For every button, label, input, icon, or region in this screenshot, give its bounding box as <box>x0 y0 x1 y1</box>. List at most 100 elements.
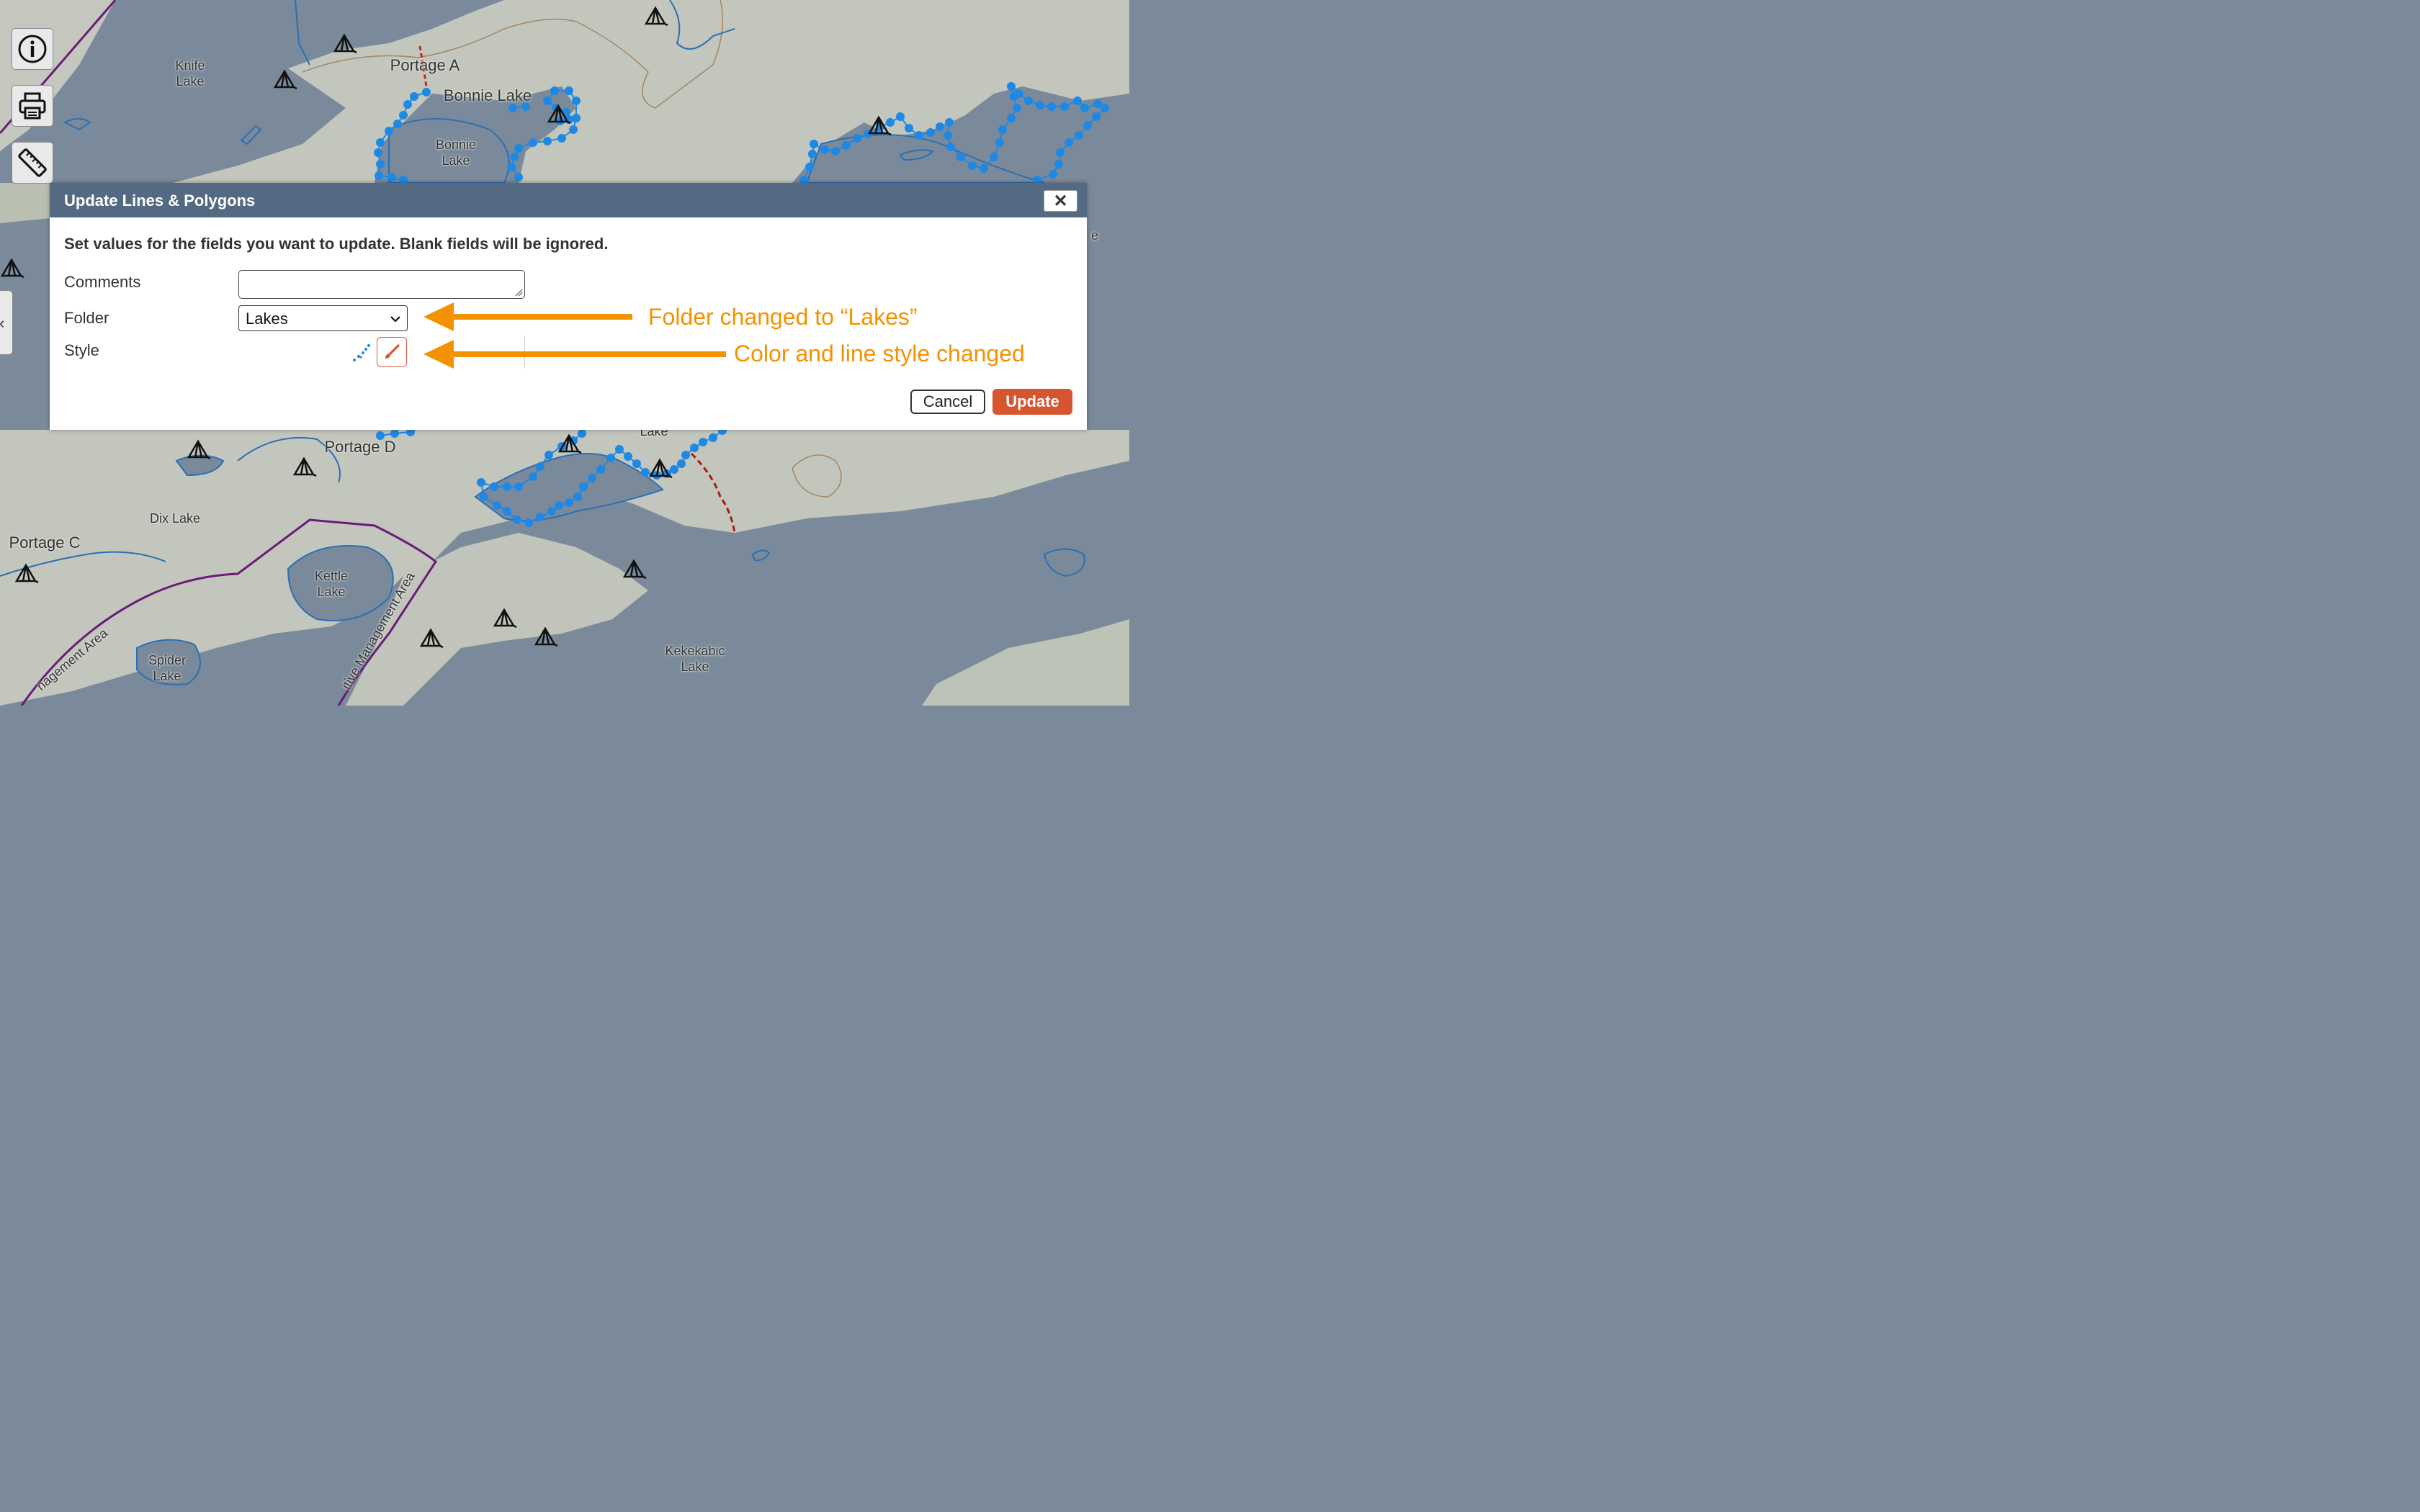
map-label-bonnie-lake: Bonnie Lake <box>435 138 477 168</box>
map-label-kettle-lake: Kettle Lake <box>314 569 349 599</box>
route-point <box>632 459 641 468</box>
style-editor-button[interactable] <box>377 337 407 367</box>
line-style-preview-icon <box>353 344 370 361</box>
route-point <box>1007 114 1016 122</box>
comments-field[interactable] <box>238 270 525 299</box>
route-point <box>573 492 582 501</box>
route-point <box>677 459 686 468</box>
route-point <box>1073 96 1082 105</box>
printer-icon <box>19 92 46 120</box>
route-point <box>853 134 861 143</box>
route-point <box>550 86 559 95</box>
route-point <box>990 153 998 161</box>
route-point <box>578 429 586 438</box>
route-point <box>588 474 596 482</box>
route-point <box>1060 102 1069 111</box>
info-icon <box>18 35 47 63</box>
route-point <box>995 138 1004 147</box>
route-point <box>945 118 954 127</box>
route-point <box>514 173 523 181</box>
route-point <box>503 482 511 491</box>
route-point <box>543 137 552 145</box>
route-point <box>579 482 588 491</box>
route-point <box>1047 102 1056 111</box>
map-label-e-partial: e <box>1090 228 1098 243</box>
route-point <box>565 86 573 95</box>
ruler-icon <box>18 148 47 177</box>
route-point <box>606 454 615 462</box>
map-label-dix-lake: Dix Lake <box>149 511 201 526</box>
route-point <box>1036 101 1044 109</box>
route-point <box>572 114 581 122</box>
route-point <box>529 472 537 481</box>
route-point <box>842 141 851 150</box>
route-point <box>375 171 383 180</box>
annotation-style-note: Color and line style changed <box>734 341 1025 366</box>
map-label-portage-c: Portage C <box>9 534 81 552</box>
folder-select[interactable]: Lakes <box>238 305 408 331</box>
route-point <box>572 96 581 105</box>
route-point <box>641 468 650 477</box>
route-point <box>896 112 905 121</box>
route-point <box>670 465 678 474</box>
folder-label: Folder <box>64 309 109 327</box>
route-point <box>503 507 511 516</box>
route-point <box>410 92 418 101</box>
map-label-knife-lake: Knife Lake <box>175 58 205 89</box>
side-panel-toggle[interactable]: ‹ <box>0 290 13 355</box>
comments-label: Comments <box>64 273 141 291</box>
route-point <box>699 438 707 446</box>
print-button[interactable] <box>12 85 53 127</box>
map-label-bonnie-lake-point: Bonnie Lake <box>443 86 532 104</box>
route-point <box>555 501 563 510</box>
route-point <box>547 507 556 516</box>
route-point <box>936 122 944 131</box>
route-point <box>1065 138 1073 147</box>
route-point <box>493 501 501 510</box>
route-point <box>980 164 988 173</box>
route-point <box>524 518 533 527</box>
route-point <box>1080 104 1089 112</box>
dialog-title: Update Lines & Polygons <box>64 192 256 210</box>
route-point <box>596 465 605 474</box>
route-point <box>1092 112 1101 121</box>
update-button[interactable]: Update <box>992 389 1072 415</box>
route-point <box>690 444 699 452</box>
route-point <box>831 147 840 156</box>
route-point <box>944 131 952 140</box>
route-point <box>820 145 829 154</box>
route-point <box>508 104 517 112</box>
route-point <box>387 173 396 181</box>
map-label-spider-lake: Spider Lake <box>148 653 187 683</box>
route-point <box>624 452 632 461</box>
route-point <box>709 433 717 442</box>
route-point <box>1013 104 1021 112</box>
route-point <box>390 429 399 438</box>
route-point <box>956 153 965 161</box>
dialog-header: Update Lines & Polygons ✕ <box>50 183 1087 217</box>
map-viewport[interactable]: Knife Lake Portage A Bonnie Lake Bonnie … <box>0 0 1129 706</box>
route-point <box>926 128 935 137</box>
route-point <box>529 138 537 147</box>
route-point <box>886 118 895 127</box>
update-dialog: Update Lines & Polygons ✕ Set values for… <box>50 183 1087 430</box>
route-point <box>422 88 431 96</box>
route-point <box>1024 96 1033 105</box>
chevron-left-icon: ‹ <box>0 314 4 333</box>
info-button[interactable] <box>12 28 53 70</box>
route-point <box>915 131 923 140</box>
route-point <box>399 111 408 120</box>
resize-grip-icon[interactable] <box>514 288 523 297</box>
route-point <box>510 153 519 161</box>
route-point <box>376 138 385 147</box>
measure-button[interactable] <box>12 142 53 184</box>
route-point <box>544 451 553 459</box>
cancel-button[interactable]: Cancel <box>910 390 985 414</box>
map-label-portage-a: Portage A <box>390 56 460 74</box>
route-point <box>507 163 516 171</box>
route-point <box>513 516 521 524</box>
dialog-instructions: Set values for the fields you want to up… <box>64 235 609 253</box>
route-point <box>477 478 485 487</box>
close-button[interactable]: ✕ <box>1044 190 1077 212</box>
route-point <box>1075 131 1083 140</box>
